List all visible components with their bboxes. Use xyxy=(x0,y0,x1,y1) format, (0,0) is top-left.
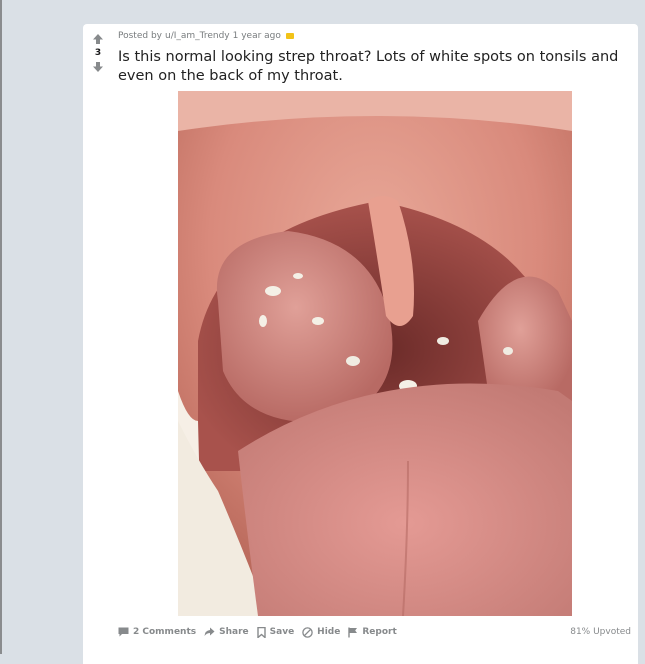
post-meta: Posted by u/I_am_Trendy 1 year ago xyxy=(118,31,294,41)
report-button[interactable]: Report xyxy=(348,627,397,638)
hide-icon xyxy=(302,626,313,638)
comments-label: 2 Comments xyxy=(133,627,197,637)
throat-photo xyxy=(178,91,572,616)
window-edge xyxy=(0,0,2,654)
post-image[interactable] xyxy=(178,91,572,616)
comments-button[interactable]: 2 Comments xyxy=(118,627,196,637)
arrow-up-icon[interactable] xyxy=(91,32,105,46)
post-age: 1 year ago xyxy=(232,31,281,41)
award-icon[interactable] xyxy=(285,33,294,39)
save-label: Save xyxy=(269,627,295,637)
share-icon xyxy=(204,627,215,636)
posted-by-label: Posted by xyxy=(118,31,162,41)
post-title[interactable]: Is this normal looking strep throat? Lot… xyxy=(118,48,633,86)
report-label: Report xyxy=(362,627,397,637)
vote-column: 3 xyxy=(89,32,107,74)
comment-icon xyxy=(118,627,129,637)
flag-icon xyxy=(348,627,358,637)
share-label: Share xyxy=(219,627,249,637)
vote-count: 3 xyxy=(94,48,102,58)
save-button[interactable]: Save xyxy=(256,626,295,638)
hide-button[interactable]: Hide xyxy=(302,626,341,638)
arrow-down-icon[interactable] xyxy=(91,60,105,74)
share-button[interactable]: Share xyxy=(204,627,249,637)
hide-label: Hide xyxy=(317,627,341,637)
post-action-bar: 2 Comments Share Save Hide Report 81% Up… xyxy=(118,625,631,639)
post-card[interactable]: 3 Posted by u/I_am_Trendy 1 year ago Is … xyxy=(83,24,638,664)
upvote-ratio: 81% Upvoted xyxy=(570,627,631,637)
author-link[interactable]: u/I_am_Trendy xyxy=(165,31,230,41)
bookmark-icon xyxy=(256,626,266,638)
